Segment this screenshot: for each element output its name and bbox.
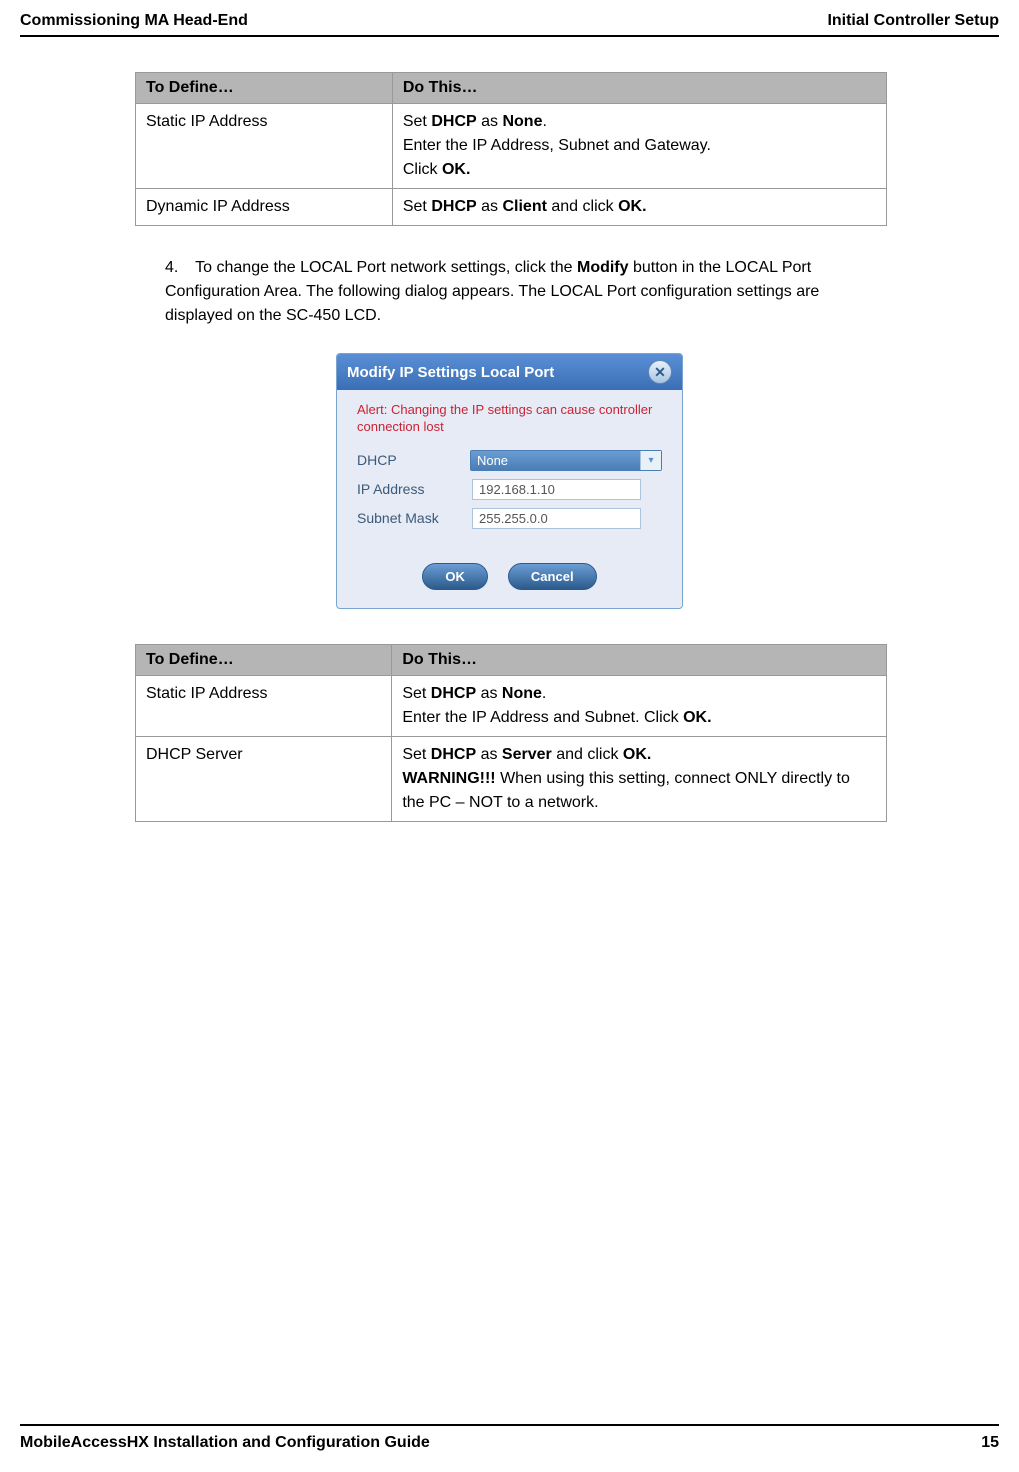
table-header-dothis: Do This… <box>392 644 887 675</box>
table-local-define: To Define… Do This… Static IP Address Se… <box>135 644 887 822</box>
dialog-title: Modify IP Settings Local Port <box>347 364 554 381</box>
cell-dothis: Set DHCP as None. Enter the IP Address a… <box>392 675 887 736</box>
table-wan-define: To Define… Do This… Static IP Address Se… <box>135 72 887 226</box>
dhcp-label: DHCP <box>357 452 470 468</box>
ip-row: IP Address 192.168.1.10 <box>357 479 662 500</box>
step-number: 4. <box>165 256 191 280</box>
table-row: DHCP Server Set DHCP as Server and click… <box>136 736 887 821</box>
subnet-row: Subnet Mask 255.255.0.0 <box>357 508 662 529</box>
header-rule <box>20 35 999 37</box>
dialog-body: Alert: Changing the IP settings can caus… <box>337 390 682 549</box>
dialog-buttons: OK Cancel <box>337 549 682 608</box>
page-number: 15 <box>981 1434 999 1452</box>
header-right: Initial Controller Setup <box>827 12 999 30</box>
close-icon[interactable]: ✕ <box>648 360 672 384</box>
dhcp-row: DHCP None ▾ <box>357 450 662 471</box>
cell-dothis: Set DHCP as Client and click OK. <box>392 189 886 226</box>
dialog-alert: Alert: Changing the IP settings can caus… <box>357 402 662 436</box>
footer-rule <box>20 1424 999 1426</box>
cell-define: Static IP Address <box>136 104 393 189</box>
dialog-titlebar: Modify IP Settings Local Port ✕ <box>337 354 682 390</box>
page-footer: MobileAccessHX Installation and Configur… <box>20 1424 999 1452</box>
table-header-define: To Define… <box>136 73 393 104</box>
cell-define: DHCP Server <box>136 736 392 821</box>
chevron-down-icon: ▾ <box>640 451 661 470</box>
cell-dothis: Set DHCP as None. Enter the IP Address, … <box>392 104 886 189</box>
table-row: Static IP Address Set DHCP as None. Ente… <box>136 104 887 189</box>
ip-label: IP Address <box>357 481 472 497</box>
dhcp-select[interactable]: None ▾ <box>470 450 662 471</box>
modify-ip-dialog: Modify IP Settings Local Port ✕ Alert: C… <box>336 353 683 609</box>
cell-define: Dynamic IP Address <box>136 189 393 226</box>
header-left: Commissioning MA Head-End <box>20 12 248 30</box>
table-header-define: To Define… <box>136 644 392 675</box>
ip-input[interactable]: 192.168.1.10 <box>472 479 641 500</box>
table-row: Dynamic IP Address Set DHCP as Client an… <box>136 189 887 226</box>
subnet-label: Subnet Mask <box>357 510 472 526</box>
page-header: Commissioning MA Head-End Initial Contro… <box>0 0 1019 30</box>
cancel-button[interactable]: Cancel <box>508 563 597 590</box>
cell-dothis: Set DHCP as Server and click OK. WARNING… <box>392 736 887 821</box>
subnet-input[interactable]: 255.255.0.0 <box>472 508 641 529</box>
table-row: Static IP Address Set DHCP as None. Ente… <box>136 675 887 736</box>
cell-define: Static IP Address <box>136 675 392 736</box>
ok-button[interactable]: OK <box>422 563 488 590</box>
footer-title: MobileAccessHX Installation and Configur… <box>20 1434 430 1452</box>
step-4: 4. To change the LOCAL Port network sett… <box>165 256 884 328</box>
table-header-dothis: Do This… <box>392 73 886 104</box>
dialog-screenshot: Modify IP Settings Local Port ✕ Alert: C… <box>135 353 884 609</box>
